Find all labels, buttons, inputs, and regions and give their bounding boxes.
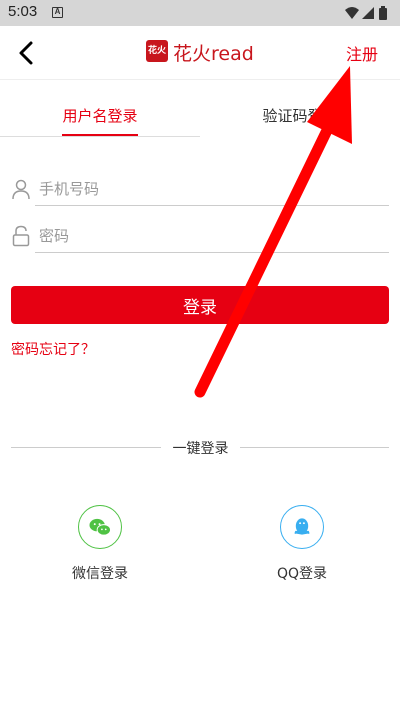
password-input[interactable] — [35, 219, 389, 253]
app-name: 花火read — [173, 43, 254, 65]
password-field — [11, 219, 389, 255]
qq-login-label: QQ登录 — [276, 566, 328, 582]
phone-field — [11, 172, 389, 208]
status-time: 5:03 — [8, 3, 38, 20]
notification-icon: A — [52, 7, 63, 18]
login-button[interactable]: 登录 — [11, 286, 389, 324]
top-bar: 花火 花火read 注册 — [0, 26, 400, 80]
quick-login-title: 一键登录 — [172, 441, 229, 457]
login-tabs: 用户名登录 验证码登录 — [0, 100, 400, 140]
phone-input[interactable] — [35, 172, 389, 206]
divider-right — [240, 447, 389, 448]
wechat-login-label: 微信登录 — [72, 566, 128, 582]
tab-label: 验证码登录 — [262, 107, 338, 125]
wifi-icon — [345, 7, 359, 19]
lock-icon — [12, 225, 30, 247]
tab-active-indicator — [62, 134, 138, 136]
tab-code-login[interactable]: 验证码登录 — [200, 100, 400, 138]
register-link[interactable]: 注册 — [346, 41, 378, 65]
battery-icon — [379, 6, 387, 20]
qq-icon — [280, 505, 324, 549]
forgot-password-link[interactable]: 密码忘记了？ — [11, 339, 95, 359]
signal-icon — [362, 7, 374, 19]
qq-login-button[interactable]: QQ登录 — [242, 505, 362, 583]
status-icons — [345, 6, 387, 20]
back-arrow-icon[interactable] — [14, 40, 40, 66]
wechat-icon — [78, 505, 122, 549]
tab-username-login[interactable]: 用户名登录 — [0, 100, 200, 138]
user-icon — [12, 179, 30, 200]
wechat-login-button[interactable]: 微信登录 — [40, 505, 160, 583]
tab-label: 用户名登录 — [62, 107, 138, 125]
divider-left — [11, 447, 161, 448]
status-bar: 5:03 A — [0, 0, 400, 26]
logo-seal: 花火 — [146, 40, 168, 62]
